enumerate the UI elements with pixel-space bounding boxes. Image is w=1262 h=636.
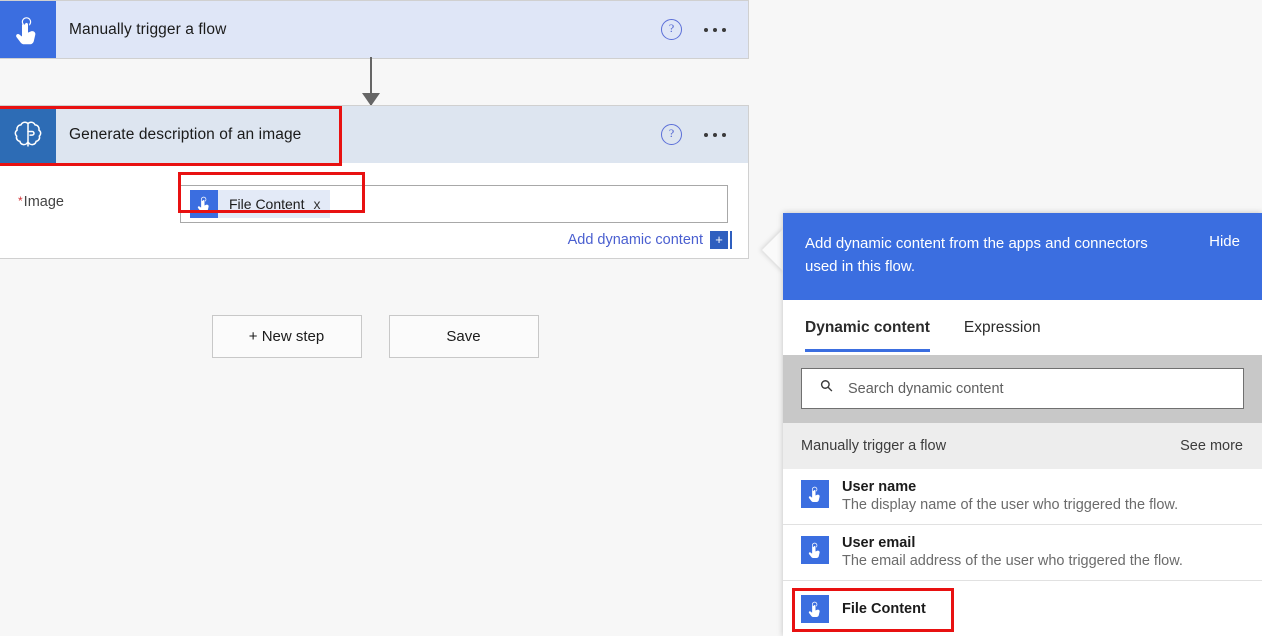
- file-content-token-label: File Content: [218, 196, 313, 212]
- manual-trigger-hand-icon: [801, 536, 829, 564]
- action-card-header[interactable]: Generate description of an image ?: [0, 106, 748, 163]
- list-item[interactable]: User name The display name of the user w…: [783, 469, 1262, 525]
- ai-builder-brain-icon: [0, 106, 56, 163]
- action-card-title: Generate description of an image: [56, 126, 301, 144]
- flow-connector-arrow: [370, 57, 372, 105]
- add-dynamic-content-plus-icon[interactable]: +: [710, 231, 728, 249]
- dynamic-panel-search-area: ⚲: [783, 355, 1262, 423]
- help-question-icon[interactable]: ?: [661, 124, 682, 145]
- see-more-link[interactable]: See more: [1180, 438, 1243, 454]
- hide-panel-button[interactable]: Hide: [1209, 232, 1240, 250]
- flow-designer-canvas: Manually trigger a flow ? Generate descr…: [0, 0, 750, 636]
- manual-trigger-hand-icon: [190, 190, 218, 218]
- dynamic-panel-header: Add dynamic content from the apps and co…: [783, 213, 1262, 300]
- image-field-label: *Image: [0, 185, 180, 210]
- dynamic-panel-tabs: Dynamic content Expression: [783, 300, 1262, 355]
- flow-action-buttons: + New step Save: [0, 315, 750, 358]
- trigger-card-actions: ?: [661, 19, 748, 40]
- dynamic-panel-pointer: [762, 228, 784, 272]
- help-question-icon[interactable]: ?: [661, 19, 682, 40]
- file-content-token[interactable]: File Content x: [190, 190, 330, 218]
- list-item-description: The display name of the user who trigger…: [842, 495, 1178, 513]
- trigger-card[interactable]: Manually trigger a flow ?: [0, 0, 749, 59]
- dynamic-group-header: Manually trigger a flow See more: [783, 423, 1262, 469]
- required-asterisk: *: [18, 194, 23, 208]
- manual-trigger-hand-icon: [0, 1, 56, 58]
- action-card[interactable]: Generate description of an image ? *Imag…: [0, 105, 749, 259]
- list-item-title: File Content: [829, 601, 926, 617]
- dynamic-content-panel: Add dynamic content from the apps and co…: [783, 213, 1262, 636]
- manual-trigger-hand-icon: [801, 480, 829, 508]
- action-card-body: *Image File Content x: [0, 163, 748, 258]
- manual-trigger-hand-icon: [801, 595, 829, 623]
- list-item-text: User email The email address of the user…: [829, 535, 1183, 569]
- dynamic-group-title: Manually trigger a flow: [801, 438, 946, 454]
- new-step-button[interactable]: + New step: [212, 315, 362, 358]
- more-options-ellipsis-icon[interactable]: [704, 133, 726, 137]
- dynamic-panel-header-text: Add dynamic content from the apps and co…: [805, 232, 1177, 279]
- add-dynamic-content-link[interactable]: Add dynamic content: [568, 232, 703, 248]
- tab-dynamic-content[interactable]: Dynamic content: [805, 319, 930, 352]
- more-options-ellipsis-icon[interactable]: [704, 28, 726, 32]
- add-dynamic-content-row: Add dynamic content +: [0, 223, 728, 249]
- trigger-card-header[interactable]: Manually trigger a flow ?: [0, 1, 748, 58]
- list-item-title: User email: [842, 535, 1183, 551]
- image-label-text: Image: [24, 194, 64, 210]
- action-card-actions: ?: [661, 124, 748, 145]
- save-button[interactable]: Save: [389, 315, 539, 358]
- search-box[interactable]: ⚲: [801, 368, 1244, 409]
- search-magnifier-icon: ⚲: [810, 374, 838, 402]
- close-icon[interactable]: x: [313, 196, 320, 212]
- list-item[interactable]: User email The email address of the user…: [783, 525, 1262, 581]
- search-input[interactable]: [846, 380, 1220, 398]
- list-item[interactable]: File Content: [783, 581, 1262, 636]
- list-item-text: User name The display name of the user w…: [829, 479, 1178, 513]
- image-token-input[interactable]: File Content x: [180, 185, 728, 223]
- list-item-description: The email address of the user who trigge…: [842, 551, 1183, 569]
- trigger-card-title: Manually trigger a flow: [56, 21, 226, 39]
- list-item-title: User name: [842, 479, 1178, 495]
- tab-expression[interactable]: Expression: [964, 319, 1041, 352]
- image-field-row: *Image File Content x: [0, 163, 748, 223]
